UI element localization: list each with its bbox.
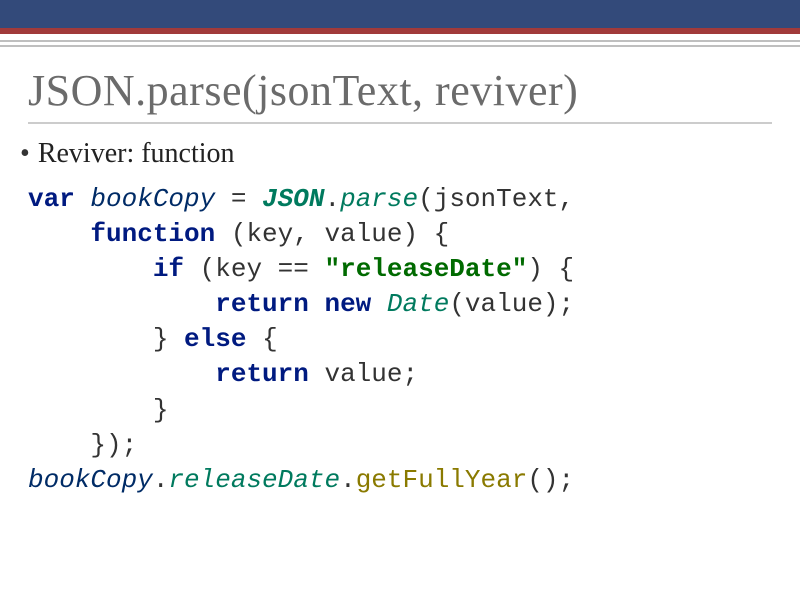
code-type-date: Date [387, 289, 449, 319]
code-keyword-return2: return [215, 359, 309, 389]
code-keyword-function: function [90, 219, 215, 249]
slide-top-band [0, 0, 800, 28]
code-ident-bookcopy2: bookCopy [28, 465, 153, 495]
code-method-getfullyear: getFullYear [356, 465, 528, 495]
code-keyword-else: else [184, 324, 246, 354]
code-ident-bookcopy: bookCopy [90, 184, 215, 214]
slide-title: JSON.parse(jsonText, reviver) [28, 65, 772, 116]
bullet-line: Reviver: function [20, 138, 772, 170]
code-keyword-var: var [28, 184, 75, 214]
title-underline [28, 122, 772, 124]
slide-divider [0, 28, 800, 47]
code-string-releasedate: "releaseDate" [324, 254, 527, 284]
code-prop-releasedate: releaseDate [168, 465, 340, 495]
code-keyword-if: if [153, 254, 184, 284]
code-type-json: JSON [262, 184, 324, 214]
code-block: var bookCopy = JSON.parse(jsonText, func… [28, 182, 772, 498]
code-keyword-new: new [324, 289, 371, 319]
code-method-parse: parse [340, 184, 418, 214]
code-keyword-return: return [215, 289, 309, 319]
